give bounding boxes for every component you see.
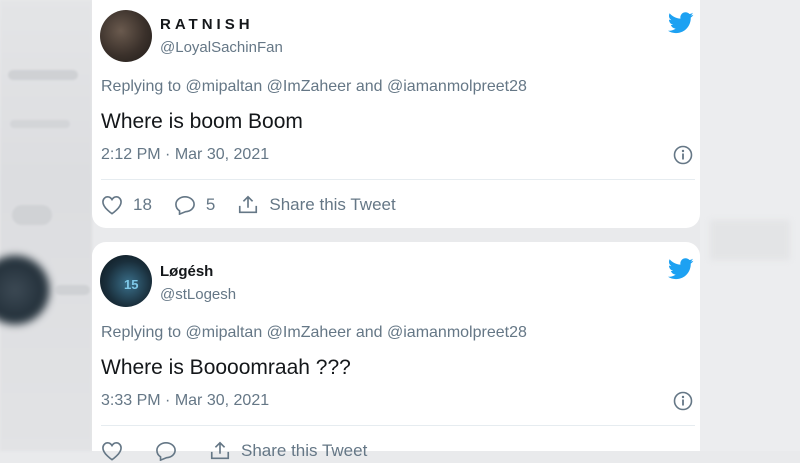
user-handle[interactable]: @stLogesh [160, 286, 236, 303]
blurred-shape [12, 205, 52, 225]
reply-button[interactable]: 5 [174, 195, 215, 215]
like-count: 18 [133, 195, 152, 214]
blurred-avatar [0, 255, 50, 325]
mention-link[interactable]: @ImZaheer [267, 78, 352, 95]
info-icon[interactable] [673, 145, 693, 165]
display-name[interactable]: Løgésh [160, 263, 213, 280]
share-label: Share this Tweet [241, 441, 368, 460]
divider [101, 425, 695, 426]
mention-link[interactable]: @mipaltan [186, 78, 263, 95]
reply-icon [175, 195, 195, 215]
display-name[interactable]: RATNISH [160, 16, 254, 33]
heart-icon [102, 195, 122, 215]
avatar-jersey-number: 15 [124, 277, 139, 292]
reply-icon [156, 441, 176, 461]
tweet-timestamp[interactable]: 3:33 PM · Mar 30, 2021 [101, 392, 269, 410]
share-icon [210, 441, 230, 460]
blurred-text-line [55, 285, 90, 295]
mention-link[interactable]: @iamanmolpreet28 [387, 78, 527, 95]
and-word: and [355, 78, 383, 95]
blurred-text-line [10, 120, 70, 128]
replying-prefix: Replying to [101, 324, 182, 341]
mention-link[interactable]: @ImZaheer [267, 324, 352, 341]
tweet-time: 3:33 PM [101, 392, 161, 409]
divider [101, 179, 695, 180]
like-button[interactable] [101, 441, 133, 461]
replying-prefix: Replying to [101, 78, 182, 95]
replying-to-line: Replying to @mipaltan @ImZaheer and @iam… [101, 78, 527, 96]
tweet-date: Mar 30, 2021 [174, 146, 270, 163]
share-button[interactable]: Share this Tweet [237, 194, 396, 216]
blurred-text-line [8, 70, 78, 80]
mention-link[interactable]: @iamanmolpreet28 [387, 324, 527, 341]
tweet-card[interactable]: 15 Løgésh @stLogesh Replying to @mipalta… [92, 242, 700, 461]
user-handle[interactable]: @LoyalSachinFan [160, 39, 283, 56]
tweet-date: Mar 30, 2021 [174, 392, 270, 409]
separator-dot: · [165, 392, 171, 409]
separator-dot: · [165, 146, 171, 163]
share-label: Share this Tweet [269, 195, 396, 214]
blurred-background-right [700, 0, 800, 451]
avatar[interactable] [100, 10, 152, 62]
tweet-text: Where is Boooomraah ??? [101, 356, 351, 379]
like-button[interactable]: 18 [101, 195, 152, 215]
and-word: and [355, 324, 383, 341]
replying-to-line: Replying to @mipaltan @ImZaheer and @iam… [101, 324, 527, 342]
mention-link[interactable]: @mipaltan [186, 324, 263, 341]
reply-button[interactable] [155, 441, 187, 461]
reply-count: 5 [205, 195, 216, 214]
tweet-timestamp[interactable]: 2:12 PM · Mar 30, 2021 [101, 146, 269, 164]
tweet-actions: Share this Tweet [101, 439, 389, 463]
avatar[interactable]: 15 [100, 255, 152, 307]
twitter-bird-icon[interactable] [668, 12, 694, 34]
blurred-shape [710, 220, 790, 260]
blurred-background-left [0, 0, 92, 451]
info-icon[interactable] [673, 391, 693, 411]
tweet-actions: 18 5 Share this Tweet [101, 193, 418, 217]
heart-icon [102, 441, 122, 461]
share-button[interactable]: Share this Tweet [209, 440, 367, 462]
tweet-card[interactable]: RATNISH @LoyalSachinFan Replying to @mip… [92, 0, 700, 228]
tweet-time: 2:12 PM [101, 146, 161, 163]
twitter-bird-icon[interactable] [668, 258, 694, 280]
share-icon [239, 195, 258, 214]
tweet-text: Where is boom Boom [101, 110, 303, 133]
